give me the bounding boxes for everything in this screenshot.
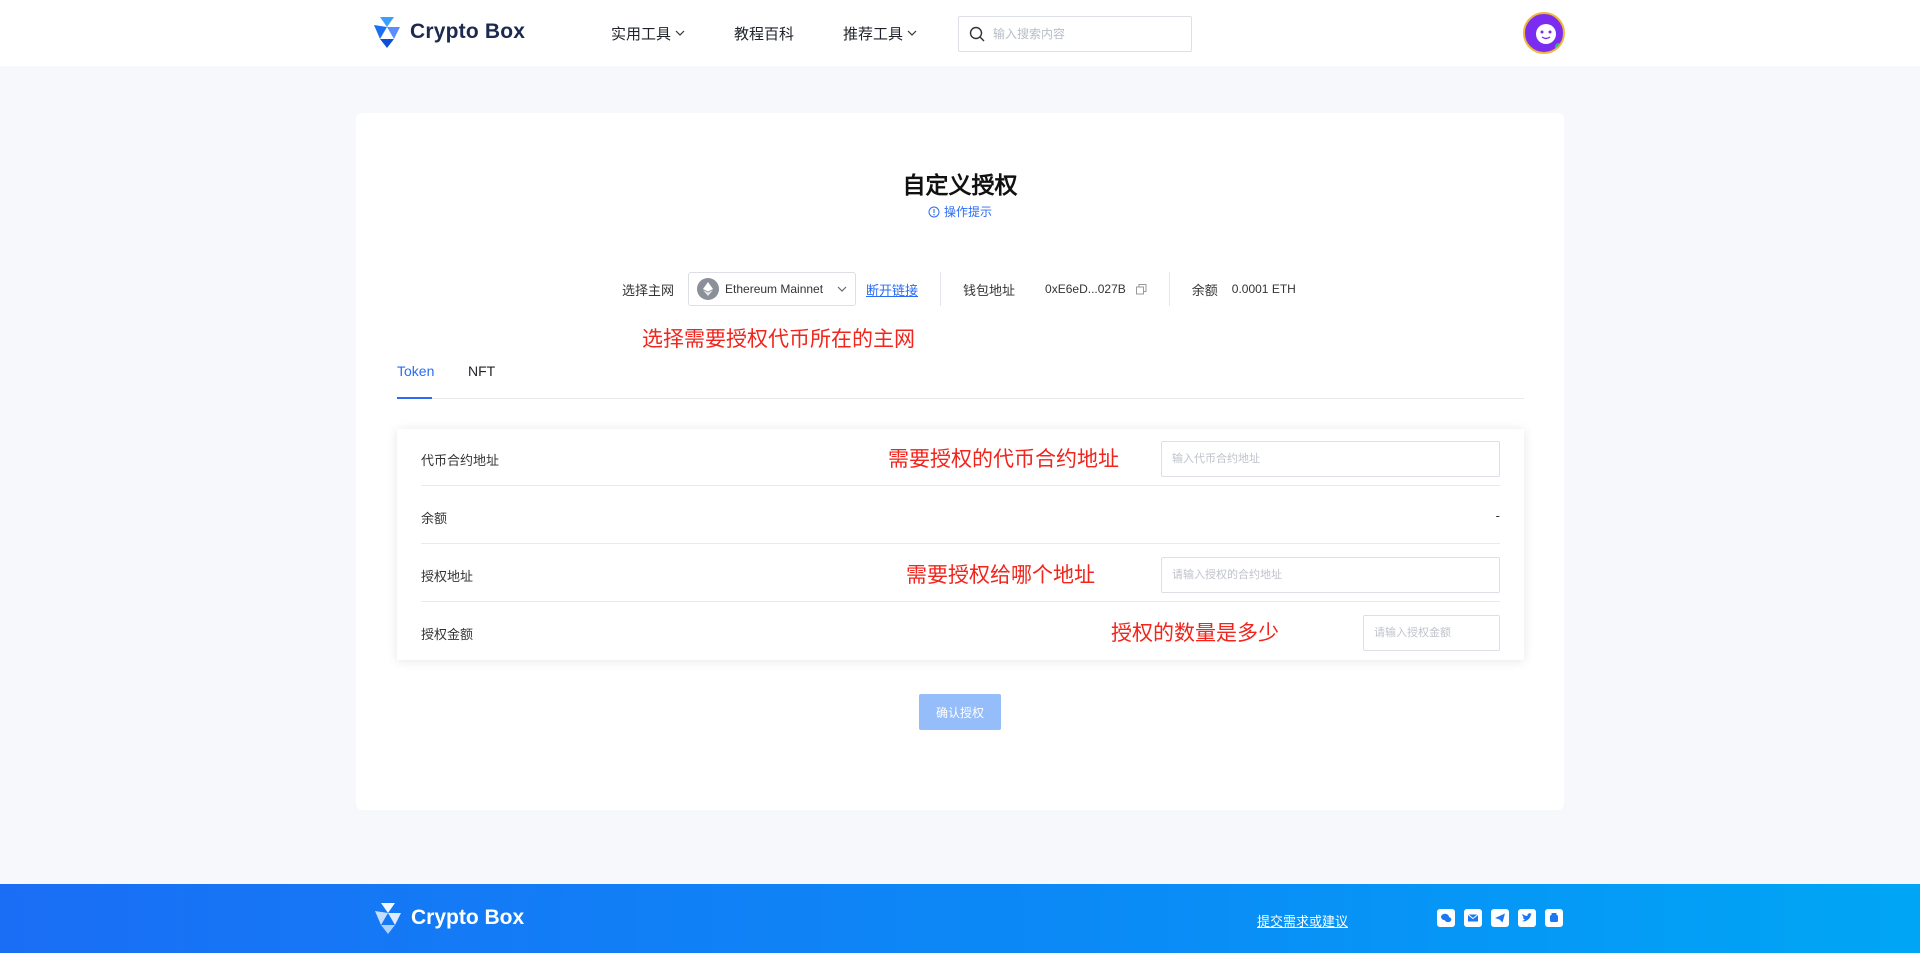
network-value: Ethereum Mainnet	[725, 282, 824, 296]
main-nav: 实用工具 教程百科 推荐工具	[611, 0, 917, 66]
footer: Crypto Box 提交需求或建议	[0, 884, 1920, 953]
logo-mark-icon	[375, 903, 401, 934]
logo-mark-icon	[374, 17, 400, 48]
wechat-icon[interactable]	[1437, 909, 1455, 927]
divider	[1168, 272, 1170, 306]
annotation-spender: 需要授权给哪个地址	[906, 564, 1095, 587]
avatar[interactable]	[1523, 12, 1565, 54]
telegram-icon[interactable]	[1491, 909, 1509, 927]
info-icon	[928, 206, 940, 217]
avatar-icon	[1536, 24, 1563, 51]
form-row-token-address: 代币合约地址 需要授权的代币合约地址	[421, 429, 1500, 486]
brand-name: Crypto Box	[410, 20, 526, 43]
network-label: 选择主网	[622, 282, 675, 298]
tab-token[interactable]: Token	[397, 353, 434, 399]
copy-icon[interactable]	[1135, 283, 1147, 295]
network-row: 选择主网 Ethereum Mainnet 断开链接 钱包地址 0xE6eD..…	[622, 272, 1296, 306]
wallet-address: 0xE6eD...027B	[1045, 282, 1126, 296]
chevron-down-icon	[837, 286, 847, 292]
tab-nft[interactable]: NFT	[468, 353, 495, 399]
token-address-input[interactable]	[1161, 441, 1500, 477]
form-balance-label: 余额	[421, 511, 448, 526]
search-icon	[969, 26, 985, 42]
nav-item-recommended[interactable]: 推荐工具	[843, 23, 917, 44]
form-balance-value: -	[1495, 508, 1500, 523]
wallet-label: 钱包地址	[963, 282, 1016, 298]
asset-tabs: Token NFT	[397, 353, 1524, 399]
brand-logo[interactable]: Crypto Box	[370, 15, 525, 49]
chevron-down-icon	[675, 30, 685, 36]
amount-label: 授权金额	[421, 627, 474, 642]
form-row-amount: 授权金额 授权的数量是多少	[421, 603, 1500, 660]
main-card: 自定义授权 操作提示 选择主网 Ethereum Mainnet 断开链接 钱包…	[356, 113, 1564, 810]
annotation-amount: 授权的数量是多少	[1111, 622, 1279, 645]
disconnect-link[interactable]: 断开链接	[866, 280, 918, 299]
divider	[940, 272, 942, 306]
cup-icon[interactable]	[1545, 909, 1563, 927]
nav-item-label: 教程百科	[734, 25, 795, 43]
search-input[interactable]	[993, 27, 1183, 41]
nav-item-label: 实用工具	[611, 25, 672, 43]
form-row-spender: 授权地址 需要授权给哪个地址	[421, 545, 1500, 602]
balance-label: 余额	[1191, 282, 1218, 298]
footer-logo[interactable]: Crypto Box	[371, 901, 524, 935]
feedback-link[interactable]: 提交需求或建议	[1257, 911, 1348, 930]
annotation-network: 选择需要授权代币所在的主网	[642, 328, 915, 351]
email-icon[interactable]	[1464, 909, 1482, 927]
spender-address-input[interactable]	[1161, 557, 1500, 593]
form-row-balance: 余额 -	[421, 487, 1500, 544]
nav-item-tools[interactable]: 实用工具	[611, 23, 685, 44]
confirm-approve-button[interactable]: 确认授权	[919, 694, 1001, 730]
spender-label: 授权地址	[421, 569, 474, 584]
hint-label: 操作提示	[943, 205, 992, 219]
network-select[interactable]: Ethereum Mainnet	[688, 272, 857, 306]
annotation-token-address: 需要授权的代币合约地址	[888, 448, 1119, 471]
balance-value: 0.0001 ETH	[1231, 282, 1296, 296]
footer-brand-name: Crypto Box	[411, 906, 525, 929]
ethereum-icon	[697, 278, 720, 300]
amount-input[interactable]	[1363, 615, 1500, 651]
nav-item-label: 推荐工具	[843, 25, 904, 43]
twitter-icon[interactable]	[1518, 909, 1536, 927]
approve-form: 代币合约地址 需要授权的代币合约地址 余额 - 授权地址 需要授权给哪个地址 授…	[397, 429, 1524, 660]
chevron-down-icon	[907, 30, 917, 36]
operation-hint-link[interactable]: 操作提示	[356, 203, 1564, 220]
search-box	[958, 16, 1192, 52]
page-title: 自定义授权	[902, 172, 1018, 198]
top-header: Crypto Box 实用工具 教程百科 推荐工具	[0, 0, 1920, 66]
social-links	[1437, 909, 1563, 927]
token-address-label: 代币合约地址	[421, 453, 500, 468]
nav-item-tutorials[interactable]: 教程百科	[734, 23, 794, 44]
